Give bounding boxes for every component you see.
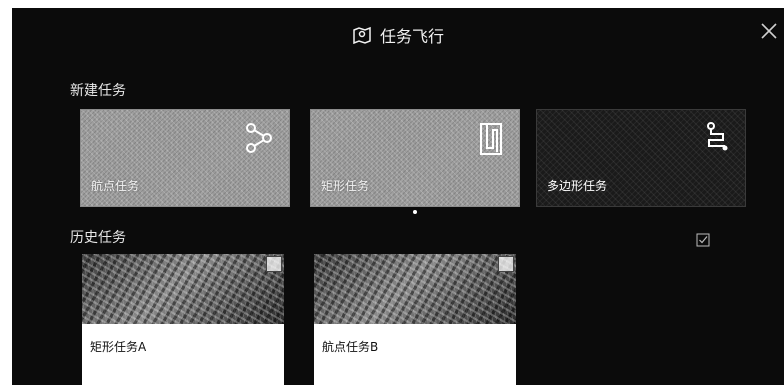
pagination-dot[interactable] [413,210,417,214]
rectangle-task-card[interactable]: 矩形任务 [310,109,520,207]
card-label: 航点任务 [91,179,140,193]
map-route-icon [352,26,372,44]
history-heading: 历史任务 [70,230,126,246]
polygon-task-card[interactable]: 多边形任务 [536,109,746,207]
waypoint-task-card[interactable]: 航点任务 [80,109,290,207]
card-label: 矩形任务 [321,179,370,193]
satellite-thumbnail [314,254,516,324]
dialog-title: 任务飞行 [352,23,444,47]
history-task-card[interactable]: 航点任务B [314,254,516,385]
history-task-name: 矩形任务A [90,340,147,354]
dialog-title-text: 任务飞行 [380,27,445,46]
close-icon[interactable] [760,22,778,40]
history-task-card[interactable]: 矩形任务A [82,254,284,385]
history-task-name: 航点任务B [322,340,379,354]
new-tasks-heading: 新建任务 [70,83,126,99]
checkbox-select-icon[interactable] [696,232,710,251]
task-type-badge-icon [266,256,282,272]
waypoint-route-icon [245,122,273,158]
card-label: 多边形任务 [547,179,608,193]
task-type-badge-icon [498,256,514,272]
satellite-thumbnail [82,254,284,324]
rectangle-route-icon [479,122,503,160]
polygon-route-icon [703,122,729,156]
title-bar: 任务飞行 [12,8,784,60]
task-flight-dialog: 任务飞行 新建任务 航点任务 矩形任务 多边形任务 历史任务 矩形任务A 航点任… [12,8,784,385]
